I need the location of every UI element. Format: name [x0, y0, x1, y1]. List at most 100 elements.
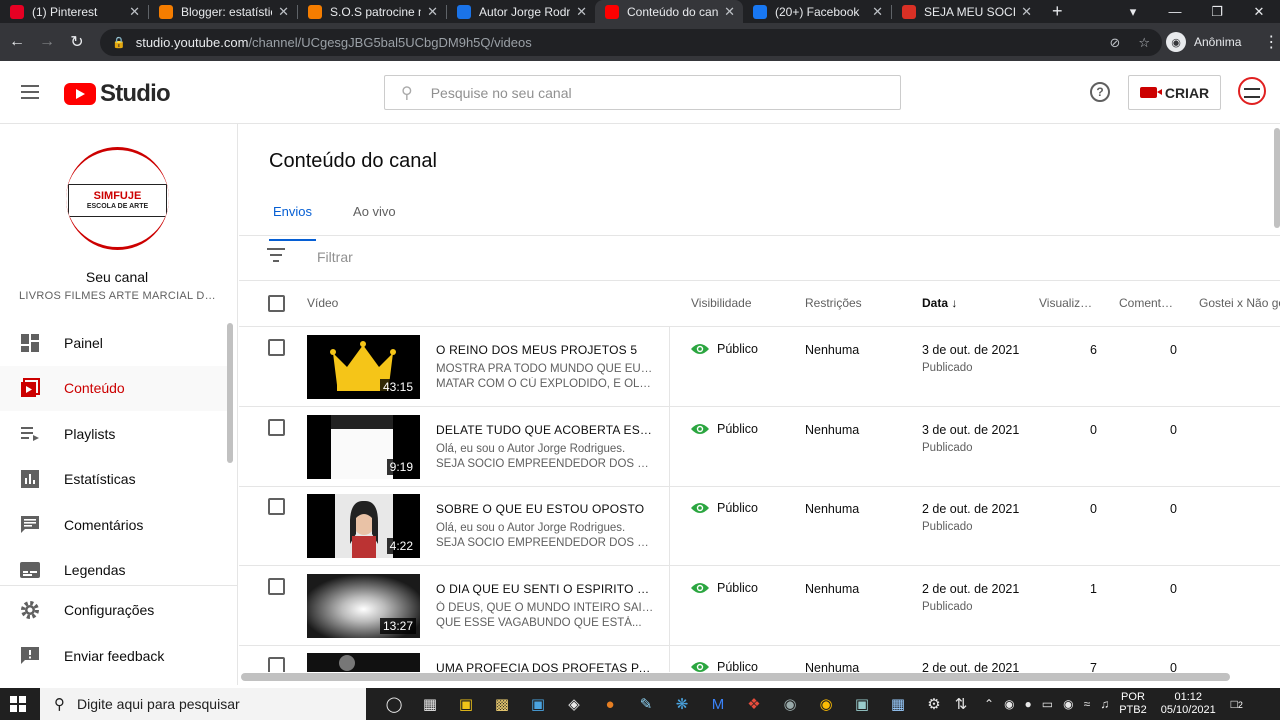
windows-start-button[interactable]	[0, 696, 36, 712]
video-title[interactable]: O REINO DOS MEUS PROJETOS 5	[436, 343, 654, 357]
microphone-icon[interactable]: ●	[1025, 697, 1032, 711]
close-tab-icon[interactable]: ✕	[278, 4, 289, 20]
forward-button[interactable]: →	[32, 33, 62, 51]
sidebar-item-conteúdo[interactable]: Conteúdo	[0, 365, 230, 411]
sidebar-scrollbar[interactable]	[227, 323, 233, 463]
col-restrictions[interactable]: Restrições	[805, 296, 862, 310]
notification-center[interactable]: □2	[1228, 697, 1246, 711]
browser-tab[interactable]: (20+) Facebook ✕	[743, 0, 891, 23]
table-horizontal-scrollbar[interactable]	[241, 673, 1230, 681]
taskbar-search[interactable]: ⚲ Digite aqui para pesquisar	[40, 688, 366, 720]
cortana-icon[interactable]: ◯	[376, 695, 412, 713]
browser-tab[interactable]: Autor Jorge Rodrigues ✕	[447, 0, 595, 23]
volume-icon[interactable]: ♫	[1100, 697, 1109, 711]
tab-search-icon[interactable]: ▾	[1112, 4, 1154, 20]
browser-tab[interactable]: Conteúdo do canal ✕	[595, 0, 743, 23]
restore-button[interactable]: ❐	[1196, 4, 1238, 20]
visibility-dropdown[interactable]: Público	[691, 581, 758, 595]
row-checkbox[interactable]	[268, 418, 285, 436]
task-view-icon[interactable]: ▦	[412, 695, 448, 713]
close-tab-icon[interactable]: ✕	[129, 4, 140, 20]
menu-icon[interactable]	[21, 85, 39, 103]
filter-bar[interactable]: Filtrar	[267, 248, 353, 266]
close-tab-icon[interactable]: ✕	[1021, 4, 1032, 20]
video-thumbnail[interactable]: 4:22	[307, 494, 420, 558]
settings-icon[interactable]: ⚙	[916, 695, 952, 713]
row-checkbox[interactable]	[268, 657, 285, 672]
browser-tab[interactable]: Blogger: estatísticas ✕	[149, 0, 297, 23]
col-views[interactable]: Visualizações	[1039, 296, 1097, 310]
reload-button[interactable]: ↻	[62, 32, 92, 52]
video-title[interactable]: DELATE TUDO QUE ACOBERTA ESPIONAGEM	[436, 423, 654, 437]
sidebar-item-playlists[interactable]: Playlists	[0, 411, 230, 456]
store-icon[interactable]: ▣	[448, 695, 484, 713]
app-tray-icon[interactable]: ◉	[1004, 697, 1014, 711]
video-thumbnail[interactable]: 13:27	[307, 573, 420, 638]
visibility-dropdown[interactable]: Público	[691, 501, 758, 515]
browser-tab[interactable]: (1) Pinterest ✕	[0, 0, 148, 23]
table-row[interactable]: UMA PROFECIA DOS PROFETAS PARA Público Nen…	[239, 645, 1280, 672]
file-explorer-icon[interactable]: ▩	[484, 695, 520, 713]
chrome-icon[interactable]: ◉	[808, 695, 844, 713]
visibility-dropdown[interactable]: Público	[691, 342, 758, 356]
filter-input[interactable]: Filtrar	[317, 249, 353, 265]
col-comments[interactable]: Comentários	[1119, 296, 1177, 310]
video-title[interactable]: UMA PROFECIA DOS PROFETAS PARA	[436, 661, 654, 672]
browser-tab[interactable]: S.O.S patrocine meu ✕	[298, 0, 446, 23]
security-icon[interactable]: ◈	[556, 695, 592, 713]
select-all-checkbox[interactable]	[268, 295, 285, 312]
video-title[interactable]: O DIA QUE EU SENTI O ESPIRITO SANTO	[436, 582, 654, 596]
clock[interactable]: 01:12 05/10/2021	[1161, 691, 1216, 717]
input-language[interactable]: POR PTB2	[1119, 691, 1147, 717]
visibility-dropdown[interactable]: Público	[691, 660, 758, 672]
page-scrollbar[interactable]	[1274, 128, 1280, 228]
sidebar-item-gear[interactable]: Configurações	[0, 587, 230, 632]
visibility-dropdown[interactable]: Público	[691, 422, 758, 436]
channel-avatar[interactable]: SIMFUJE ESCOLA DE ARTE	[66, 147, 169, 250]
col-date[interactable]: Data ↓	[922, 296, 957, 310]
row-checkbox[interactable]	[268, 498, 285, 515]
close-tab-icon[interactable]: ✕	[724, 4, 735, 20]
power-icon[interactable]: ◉	[1063, 697, 1073, 711]
malwarebytes-icon[interactable]: M	[700, 696, 736, 713]
photos-icon[interactable]: ▣	[844, 695, 880, 713]
table-row[interactable]: 4:22 SOBRE O QUE EU ESTOU OPOSTO Olá, eu s…	[239, 486, 1280, 566]
close-tab-icon[interactable]: ✕	[872, 4, 883, 20]
table-row[interactable]: 13:27 O DIA QUE EU SENTI O ESPIRITO SANTO…	[239, 565, 1280, 646]
studio-logo[interactable]: Studio	[64, 80, 171, 108]
sidebar-item-feedback[interactable]: Enviar feedback	[0, 633, 230, 678]
camera-icon[interactable]: ◉	[772, 695, 808, 713]
table-row[interactable]: 9:19 DELATE TUDO QUE ACOBERTA ESPIONAGEM O…	[239, 406, 1280, 487]
col-likes[interactable]: Gostei x Não gostei	[1199, 296, 1280, 310]
game-icon[interactable]: ●	[592, 696, 628, 713]
video-thumbnail[interactable]: 9:19	[307, 414, 420, 479]
paint-icon[interactable]: ✎	[628, 695, 664, 713]
video-thumbnail[interactable]	[307, 653, 420, 672]
row-checkbox[interactable]	[268, 577, 285, 595]
help-icon[interactable]: ?	[1090, 82, 1110, 102]
sidebar-item-estatísticas[interactable]: Estatísticas	[0, 457, 230, 502]
sidebar-item-comentários[interactable]: Comentários	[0, 502, 230, 547]
minimize-button[interactable]: —	[1154, 4, 1196, 19]
overflow-icon[interactable]: ⇅	[952, 695, 970, 713]
close-window-button[interactable]: ✕	[1238, 4, 1280, 20]
bookmark-star-icon[interactable]: ☆	[1138, 35, 1150, 51]
channel-search-box[interactable]: ⚲	[384, 75, 901, 110]
tracking-blocked-icon[interactable]: ⊘	[1109, 35, 1120, 51]
address-bar[interactable]: 🔒 studio.youtube.com/channel/UCgesgJBG5b…	[100, 29, 1162, 56]
battery-icon[interactable]: ▭	[1042, 697, 1053, 711]
control-panel-icon[interactable]: ▣	[520, 695, 556, 713]
row-checkbox[interactable]	[268, 339, 285, 356]
incognito-profile-button[interactable]: ◉ Anônima ⋮	[1166, 27, 1279, 57]
sidebar-item-painel[interactable]: Painel	[0, 320, 230, 365]
new-tab-button[interactable]: +	[1052, 1, 1063, 22]
table-row[interactable]: 43:15 O REINO DOS MEUS PROJETOS 5 MOSTRA P…	[239, 327, 1280, 407]
network-app-icon[interactable]: ❋	[664, 695, 700, 713]
filter-icon[interactable]	[267, 248, 285, 266]
calculator-icon[interactable]: ▦	[880, 695, 916, 713]
video-thumbnail[interactable]: 43:15	[307, 335, 420, 399]
col-visibility[interactable]: Visibilidade	[691, 296, 752, 310]
back-button[interactable]: ←	[2, 33, 32, 51]
browser-tab[interactable]: SEJA MEU SOCIO ✕	[892, 0, 1040, 23]
create-button[interactable]: CRIAR	[1128, 75, 1221, 110]
